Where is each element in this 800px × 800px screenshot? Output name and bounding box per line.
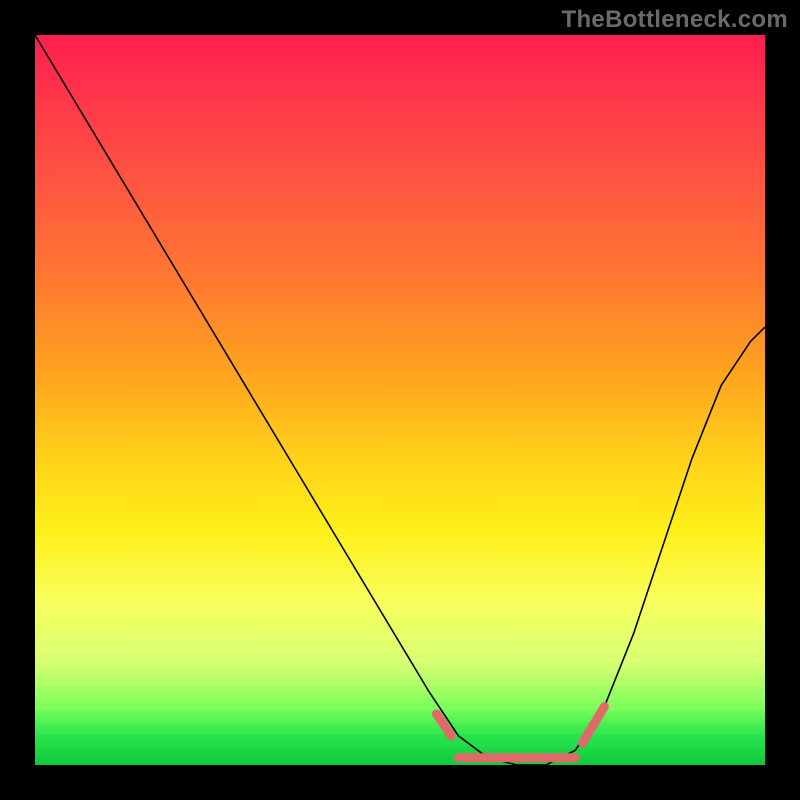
chart-frame: TheBottleneck.com <box>0 0 800 800</box>
curve-svg <box>35 35 765 765</box>
bottleneck-curve <box>35 35 765 765</box>
watermark-text: TheBottleneck.com <box>562 6 788 34</box>
accent-right-tick <box>583 707 605 744</box>
accent-left-tick <box>437 714 452 736</box>
plot-area <box>35 35 765 765</box>
